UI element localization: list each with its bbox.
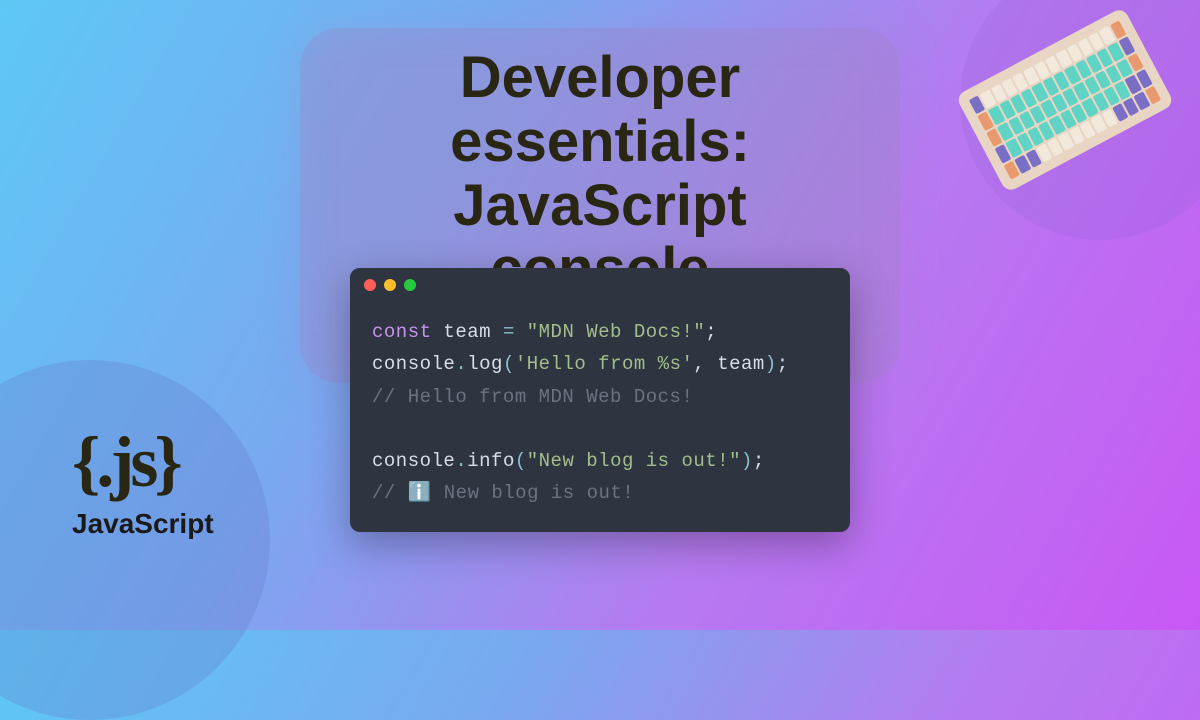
code-body: const team = "MDN Web Docs!"; console.lo…: [350, 302, 850, 532]
js-logo: {.js} JavaScript: [72, 421, 214, 540]
code-line-3: // Hello from MDN Web Docs!: [372, 381, 828, 413]
traffic-light-close-icon: [364, 279, 376, 291]
traffic-light-minimize-icon: [384, 279, 396, 291]
code-line-1: const team = "MDN Web Docs!";: [372, 316, 828, 348]
code-line-5: // ℹ️ New blog is out!: [372, 477, 828, 509]
decorative-circle-bottom: [0, 360, 270, 720]
window-titlebar: [350, 268, 850, 302]
js-logo-label: JavaScript: [72, 508, 214, 540]
code-line-4: console.info("New blog is out!");: [372, 445, 828, 477]
code-line-2: console.log('Hello from %s', team);: [372, 348, 828, 380]
js-logo-braces: {.js}: [72, 421, 214, 504]
code-blank-line: [372, 413, 828, 445]
code-window: const team = "MDN Web Docs!"; console.lo…: [350, 268, 850, 532]
traffic-light-zoom-icon: [404, 279, 416, 291]
